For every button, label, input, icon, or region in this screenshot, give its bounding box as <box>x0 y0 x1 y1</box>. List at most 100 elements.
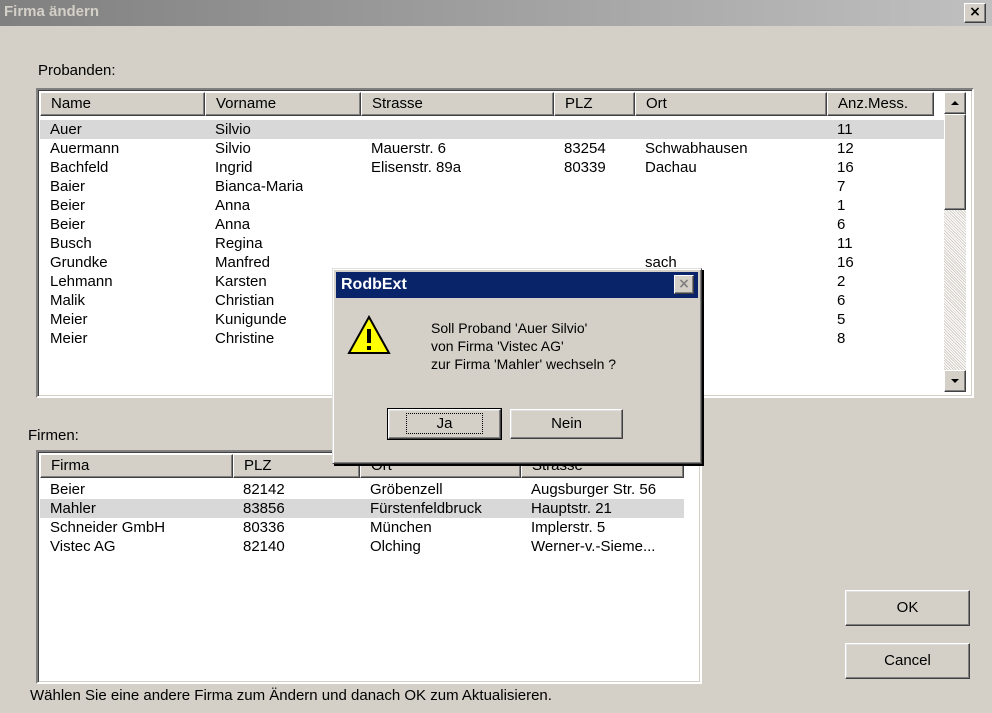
table-cell: Beier <box>50 216 86 233</box>
table-cell: Mauerstr. 6 <box>371 140 447 157</box>
scroll-down-button[interactable] <box>944 370 966 392</box>
table-cell: 5 <box>837 311 846 328</box>
arrow-down-icon <box>951 379 959 383</box>
table-cell: 6 <box>837 292 846 309</box>
status-text: Wählen Sie eine andere Firma zum Ändern … <box>30 687 552 704</box>
dialog-message: Soll Proband 'Auer Silvio' von Firma 'Vi… <box>431 319 616 373</box>
table-cell: Auer <box>50 121 82 138</box>
table-cell: Hauptstr. 21 <box>531 500 612 517</box>
table-row[interactable]: Auermann Silvio Mauerstr. 6 83254 Schwabhaus… <box>40 139 944 158</box>
table-cell: Schwabhausen <box>645 140 748 157</box>
table-cell: Baier <box>50 178 86 195</box>
table-row[interactable]: Schneider GmbH 80336 München Implerstr. 5 <box>40 518 684 537</box>
table-cell: Werner-v.-Sieme... <box>531 538 656 555</box>
probanden-label: Probanden: <box>38 62 116 79</box>
table-cell: Bachfeld <box>50 159 109 176</box>
table-cell: Beier <box>50 481 86 498</box>
table-cell: Malik <box>50 292 86 309</box>
table-cell: 16 <box>837 159 854 176</box>
table-cell: Anna <box>215 216 251 233</box>
window-titlebar: Firma ändern × <box>0 0 992 26</box>
table-cell: 2 <box>837 273 846 290</box>
column-header-firma[interactable]: Firma <box>40 454 233 478</box>
table-cell: 7 <box>837 178 846 195</box>
column-header-anz-mess[interactable]: Anz.Mess. <box>827 92 934 116</box>
cancel-button[interactable]: Cancel <box>845 643 970 679</box>
table-cell: Beier <box>50 197 86 214</box>
table-cell: Augsburger Str. 56 <box>531 481 657 498</box>
table-cell: Mahler <box>50 500 96 517</box>
table-row[interactable]: Vistec AG 82140 Olching Werner-v.-Sieme... <box>40 537 684 556</box>
table-cell: Regina <box>215 235 263 252</box>
firmen-label: Firmen: <box>28 427 79 444</box>
table-cell: Elisenstr. 89a <box>371 159 462 176</box>
arrow-up-icon <box>951 101 959 105</box>
table-cell: Meier <box>50 311 88 328</box>
table-row[interactable]: Beier 82142 Gröbenzell Augsburger Str. 56 <box>40 480 684 499</box>
table-cell: Silvio <box>215 140 251 157</box>
table-cell: Christine <box>215 330 275 347</box>
table-cell: 80339 <box>564 159 606 176</box>
table-row[interactable]: Auer Silvio 11 <box>40 120 944 139</box>
table-cell: Fürstenfeldbruck <box>370 500 482 517</box>
yes-button-label: Ja <box>405 413 484 434</box>
table-cell: Ingrid <box>215 159 253 176</box>
dialog-message-line: zur Firma 'Mahler' wechseln ? <box>431 356 617 372</box>
table-cell: Schneider GmbH <box>50 519 166 536</box>
column-header-ort[interactable]: Ort <box>635 92 827 116</box>
table-row[interactable]: Busch Regina 11 <box>40 234 944 253</box>
table-cell: 16 <box>837 254 854 271</box>
table-cell: Christian <box>215 292 275 309</box>
table-cell: Gröbenzell <box>370 481 443 498</box>
dialog-message-line: von Firma 'Vistec AG' <box>431 338 564 354</box>
table-cell: 80336 <box>243 519 285 536</box>
table-cell: Bianca-Maria <box>215 178 304 195</box>
table-row[interactable]: Beier Anna 6 <box>40 215 944 234</box>
window-close-button[interactable]: × <box>964 3 986 23</box>
dialog-close-button[interactable]: × <box>674 275 694 294</box>
table-cell: Dachau <box>645 159 697 176</box>
table-cell: Kunigunde <box>215 311 287 328</box>
scroll-up-button[interactable] <box>944 92 966 114</box>
table-row[interactable]: Beier Anna 1 <box>40 196 944 215</box>
table-cell: Implerstr. 5 <box>531 519 606 536</box>
column-header-strasse[interactable]: Strasse <box>361 92 554 116</box>
confirm-dialog: RodbExt × Soll Proband 'Auer Silvio' von… <box>332 268 702 464</box>
table-cell: Anna <box>215 197 251 214</box>
table-cell: Grundke <box>50 254 108 271</box>
table-cell: 6 <box>837 216 846 233</box>
table-cell: 12 <box>837 140 854 157</box>
dialog-title: RodbExt <box>341 276 407 293</box>
dialog-titlebar: RodbExt × <box>336 272 698 298</box>
column-header-vorname[interactable]: Vorname <box>205 92 361 116</box>
table-cell: Meier <box>50 330 88 347</box>
table-cell: Karsten <box>215 273 267 290</box>
table-cell: Silvio <box>215 121 251 138</box>
no-button[interactable]: Nein <box>510 409 623 439</box>
table-cell: 83856 <box>243 500 285 517</box>
probanden-scrollbar[interactable] <box>944 92 966 392</box>
table-cell: Manfred <box>215 254 271 271</box>
column-header-name[interactable]: Name <box>40 92 205 116</box>
table-row[interactable]: Mahler 83856 Fürstenfeldbruck Hauptstr. 21 <box>40 499 684 518</box>
ok-button[interactable]: OK <box>845 590 970 626</box>
dialog-message-line: Soll Proband 'Auer Silvio' <box>431 320 588 336</box>
table-cell: Auermann <box>50 140 120 157</box>
warning-icon <box>347 315 391 354</box>
table-cell: Busch <box>50 235 92 252</box>
table-cell: 82140 <box>243 538 285 555</box>
table-cell: 82142 <box>243 481 285 498</box>
yes-button[interactable]: Ja <box>387 408 502 440</box>
firmen-listview[interactable]: Firma PLZ Ort Strasse Beier 82142 Gröbenze… <box>36 450 702 684</box>
table-cell: 8 <box>837 330 846 347</box>
window-title: Firma ändern <box>4 3 100 20</box>
table-row[interactable]: Bachfeld Ingrid Elisenstr. 89a 80339 Dachau 1… <box>40 158 944 177</box>
table-cell: 11 <box>837 121 853 138</box>
table-row[interactable]: Baier Bianca-Maria 7 <box>40 177 944 196</box>
column-header-plz[interactable]: PLZ <box>554 92 635 116</box>
table-cell: 1 <box>837 197 846 214</box>
table-cell: München <box>370 519 432 536</box>
scroll-thumb[interactable] <box>944 114 966 210</box>
table-cell: 83254 <box>564 140 606 157</box>
table-cell: 11 <box>837 235 853 252</box>
